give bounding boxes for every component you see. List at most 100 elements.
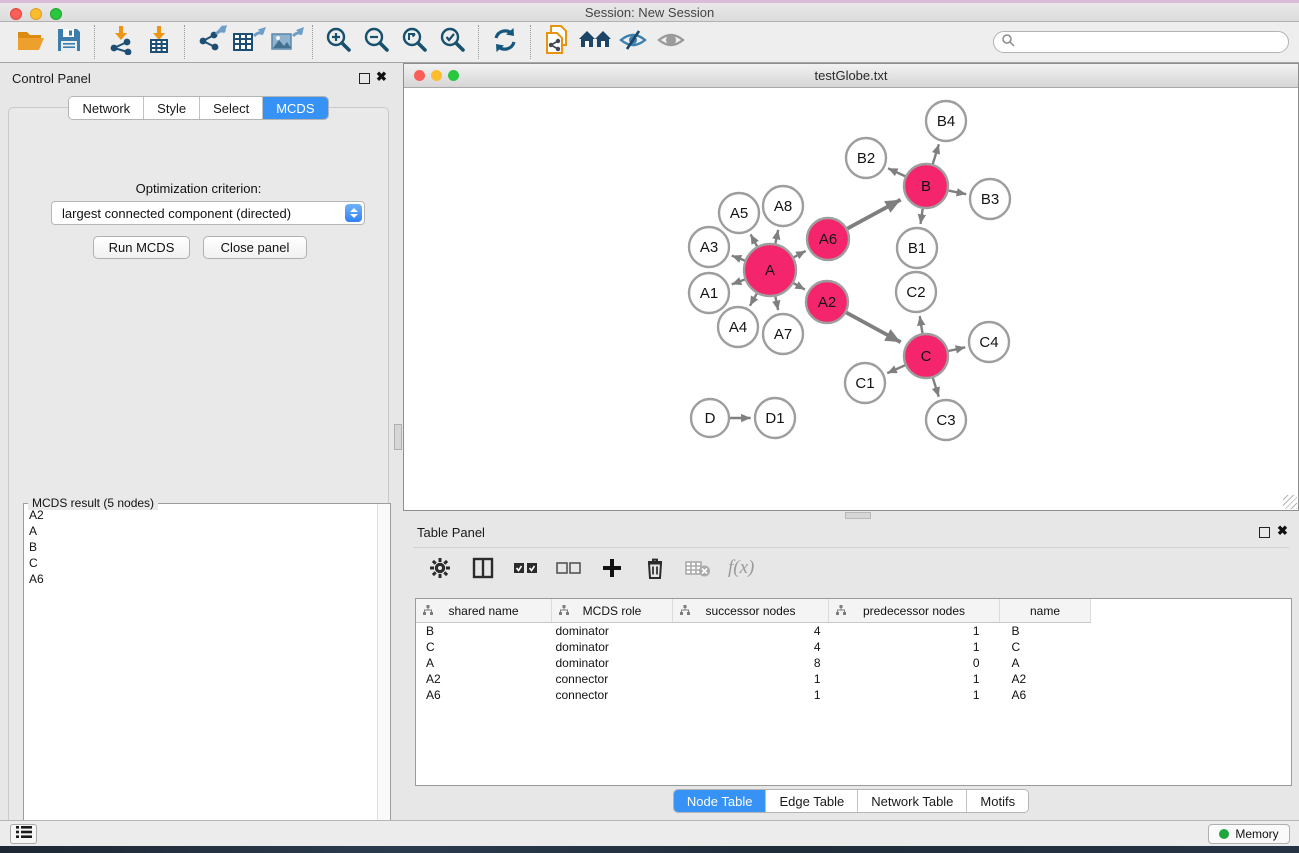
close-panel-icon[interactable]: ✖ xyxy=(376,69,387,85)
close-panel-button[interactable]: Close panel xyxy=(203,236,307,259)
table-cell[interactable]: 1 xyxy=(829,639,1000,655)
result-item[interactable]: A xyxy=(29,523,376,539)
open-file-button[interactable] xyxy=(12,25,50,59)
table-cell[interactable]: 8 xyxy=(673,655,829,671)
table-cell[interactable]: 1 xyxy=(829,671,1000,687)
edge-B-B3[interactable] xyxy=(949,191,967,195)
table-close-panel-icon[interactable]: ✖ xyxy=(1277,523,1288,539)
table-cell[interactable]: A xyxy=(1000,655,1091,671)
result-item[interactable]: C xyxy=(29,555,376,571)
select-all-columns-button[interactable] xyxy=(513,555,539,581)
table-cell[interactable]: connector xyxy=(552,687,673,703)
home-neighbors-button[interactable] xyxy=(576,25,614,59)
table-cell[interactable]: 1 xyxy=(673,687,829,703)
result-item[interactable]: A2 xyxy=(29,507,376,523)
import-table-button[interactable] xyxy=(140,25,178,59)
table-settings-button[interactable] xyxy=(427,555,453,581)
table-cell[interactable]: 1 xyxy=(829,623,1000,640)
table-cell[interactable]: dominator xyxy=(552,655,673,671)
zoom-fit-button[interactable] xyxy=(396,25,434,59)
horizontal-splitter-handle[interactable] xyxy=(845,512,871,519)
import-network-button[interactable] xyxy=(102,25,140,59)
delete-column-button[interactable] xyxy=(642,555,668,581)
zoom-out-button[interactable] xyxy=(358,25,396,59)
edge-B-B4[interactable] xyxy=(933,144,939,164)
column-header-name[interactable]: name xyxy=(1000,599,1091,623)
table-cell[interactable]: 0 xyxy=(829,655,1000,671)
table-cell[interactable]: 1 xyxy=(829,687,1000,703)
table-cell[interactable]: connector xyxy=(552,671,673,687)
table-cell[interactable]: A2 xyxy=(1000,671,1091,687)
edge-A2-C[interactable] xyxy=(846,313,900,343)
edge-A-A2[interactable] xyxy=(794,283,805,289)
export-network-button[interactable] xyxy=(192,25,230,59)
tab-network[interactable]: Network xyxy=(69,97,144,119)
edge-C-C2[interactable] xyxy=(920,316,923,333)
result-scrollbar[interactable] xyxy=(377,504,390,842)
table-cell[interactable]: 4 xyxy=(673,639,829,655)
edge-B-B2[interactable] xyxy=(888,168,905,176)
table-float-panel-icon[interactable] xyxy=(1259,527,1270,538)
hide-selected-button[interactable] xyxy=(614,25,652,59)
table-row[interactable]: Bdominator41B xyxy=(416,623,1091,640)
table-row[interactable]: A6connector11A6 xyxy=(416,687,1091,703)
criterion-select[interactable]: largest connected component (directed) xyxy=(51,201,365,225)
edge-A-A6[interactable] xyxy=(794,251,806,257)
table-row[interactable]: A2connector11A2 xyxy=(416,671,1091,687)
table-cell[interactable]: A2 xyxy=(416,671,552,687)
column-header-shared-name[interactable]: shared name xyxy=(416,599,552,623)
edge-A-A5[interactable] xyxy=(751,234,757,246)
tab-motifs[interactable]: Motifs xyxy=(967,790,1028,812)
tab-style[interactable]: Style xyxy=(144,97,200,119)
run-mcds-button[interactable]: Run MCDS xyxy=(93,236,190,259)
zoom-selected-button[interactable] xyxy=(434,25,472,59)
edge-C-C1[interactable] xyxy=(887,365,905,373)
refresh-button[interactable] xyxy=(486,25,524,59)
table-cell[interactable]: A6 xyxy=(416,687,552,703)
network-window-titlebar[interactable]: testGlobe.txt xyxy=(404,64,1298,88)
edge-B-B1[interactable] xyxy=(920,209,922,224)
memory-button[interactable]: Memory xyxy=(1208,824,1290,844)
table-cell[interactable]: B xyxy=(416,623,552,640)
edge-C-C3[interactable] xyxy=(933,378,939,397)
table-row[interactable]: Adominator80A xyxy=(416,655,1091,671)
column-header-successor-nodes[interactable]: successor nodes xyxy=(673,599,829,623)
search-input[interactable] xyxy=(1019,33,1288,51)
float-panel-icon[interactable] xyxy=(359,73,370,84)
column-header-predecessor-nodes[interactable]: predecessor nodes xyxy=(829,599,1000,623)
unselect-all-columns-button[interactable] xyxy=(556,555,582,581)
tab-select[interactable]: Select xyxy=(200,97,263,119)
edge-A-A4[interactable] xyxy=(750,294,757,306)
network-graph[interactable]: B4B2BB3A5A8A6A3B1AA1C2A2A4A7C4CC1C3DD1 xyxy=(404,88,1298,510)
create-column-button[interactable] xyxy=(599,555,625,581)
tab-edge-table[interactable]: Edge Table xyxy=(766,790,858,812)
tab-network-table[interactable]: Network Table xyxy=(858,790,967,812)
save-session-button[interactable] xyxy=(50,25,88,59)
tab-mcds[interactable]: MCDS xyxy=(263,97,327,119)
network-canvas[interactable]: B4B2BB3A5A8A6A3B1AA1C2A2A4A7C4CC1C3DD1 xyxy=(404,88,1298,510)
edge-A-A8[interactable] xyxy=(775,230,778,244)
table-cell[interactable]: dominator xyxy=(552,623,673,640)
edge-C-C4[interactable] xyxy=(948,347,965,351)
edge-A-A1[interactable] xyxy=(732,280,745,285)
edge-A6-B[interactable] xyxy=(847,200,900,229)
export-image-button[interactable] xyxy=(268,25,306,59)
result-item[interactable]: B xyxy=(29,539,376,555)
zoom-in-button[interactable] xyxy=(320,25,358,59)
export-table-button[interactable] xyxy=(230,25,268,59)
result-item[interactable]: A6 xyxy=(29,571,376,587)
table-cell[interactable]: 4 xyxy=(673,623,829,640)
table-cell[interactable]: 1 xyxy=(673,671,829,687)
vertical-splitter-handle[interactable] xyxy=(394,424,402,450)
edge-A-A7[interactable] xyxy=(775,296,778,310)
show-all-button[interactable] xyxy=(652,25,690,59)
column-header-MCDS-role[interactable]: MCDS role xyxy=(552,599,673,623)
edge-A-A3[interactable] xyxy=(732,256,745,261)
show-columns-button[interactable] xyxy=(470,555,496,581)
node-table-grid[interactable]: shared nameMCDS rolesuccessor nodesprede… xyxy=(416,599,1091,703)
table-cell[interactable]: C xyxy=(416,639,552,655)
mcds-result-list[interactable]: A2ABCA6 xyxy=(25,507,376,841)
window-resize-grip[interactable] xyxy=(1283,495,1297,509)
table-row[interactable]: Cdominator41C xyxy=(416,639,1091,655)
task-history-button[interactable] xyxy=(10,824,37,844)
